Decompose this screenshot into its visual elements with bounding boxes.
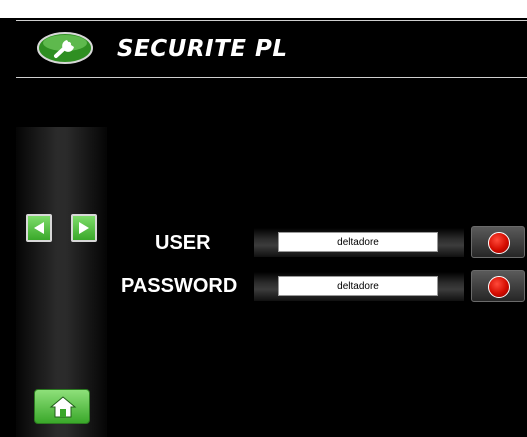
top-strip (0, 0, 527, 18)
home-button[interactable] (34, 389, 90, 424)
user-input[interactable] (278, 232, 438, 252)
password-input[interactable] (278, 276, 438, 296)
user-label: USER (155, 232, 211, 254)
arrow-right-icon (79, 222, 89, 234)
home-icon (49, 396, 77, 418)
next-button[interactable] (71, 214, 97, 242)
page-title: SECURITE PL (117, 36, 288, 62)
red-dot-icon (488, 276, 510, 298)
password-label: PASSWORD (121, 275, 238, 297)
password-confirm-button[interactable] (471, 270, 525, 302)
red-dot-icon (488, 232, 510, 254)
previous-button[interactable] (26, 214, 52, 242)
header-divider-top (16, 20, 527, 21)
arrow-left-icon (34, 222, 44, 234)
user-confirm-button[interactable] (471, 226, 525, 258)
header-divider-bottom (16, 77, 527, 78)
wrench-icon (36, 31, 94, 65)
